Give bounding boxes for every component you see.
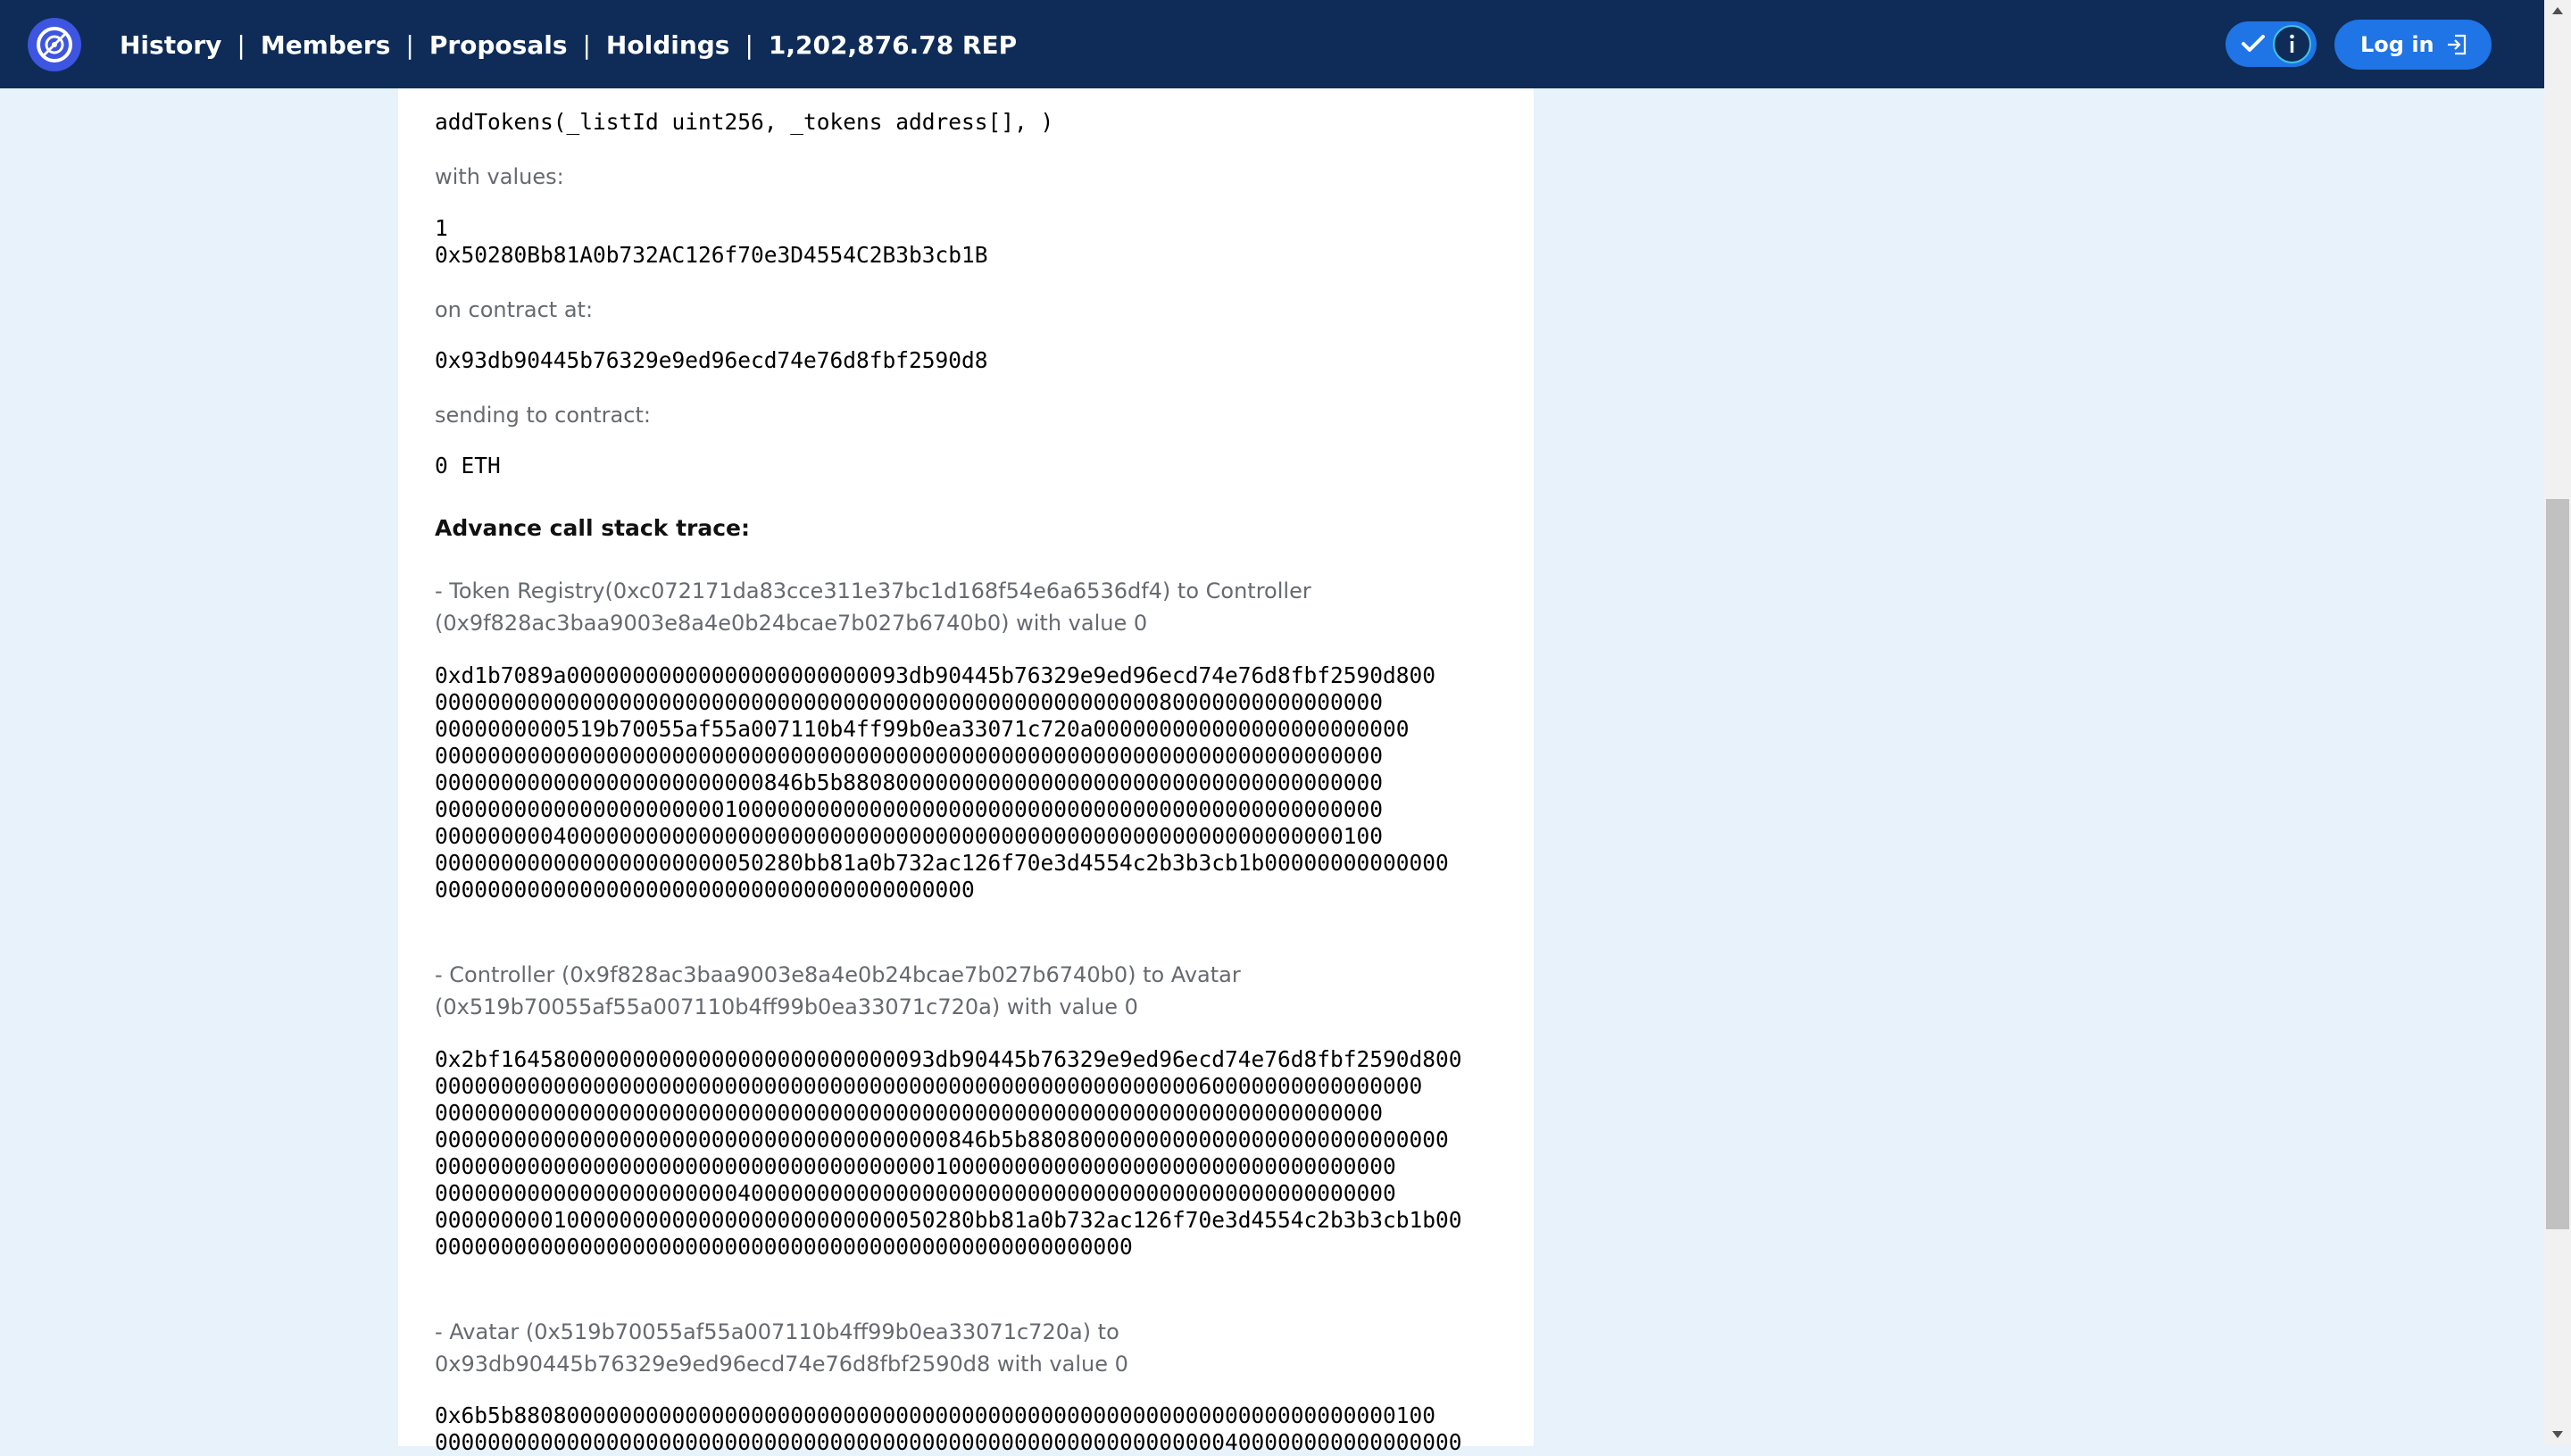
nav-reputation[interactable]: 1,202,876.78 REP — [769, 30, 1017, 60]
scroll-up-arrow-icon[interactable] — [2550, 5, 2565, 16]
main-nav: History | Members | Proposals | Holdings… — [120, 27, 1017, 62]
sending-label: sending to contract: — [435, 403, 651, 428]
scrollbar-thumb[interactable] — [2546, 499, 2569, 1229]
trace-1-data-line: 0000000000000000000000050280bb81a0b732ac… — [435, 850, 1449, 876]
trace-2-data-line: 0000000000000000000000000000000000000008… — [435, 1127, 1449, 1152]
login-button[interactable]: Log in — [2334, 20, 2492, 70]
trace-2-data-line: 0x2bf164580000000000000000000000000093db… — [435, 1046, 1462, 1072]
trace-1-data-line: 0000000000000000000000000846b5b880800000… — [435, 770, 1384, 795]
trace-2-description: - Controller (0x9f828ac3baa9003e8a4e0b24… — [435, 962, 1241, 987]
nav-separator: | — [745, 29, 753, 60]
value-token-address: 0x50280Bb81A0b732AC126f70e3D4554C2B3b3cb… — [435, 242, 988, 268]
trace-1-description: (0x9f828ac3baa9003e8a4e0b24bcae7b027b674… — [435, 611, 1148, 636]
login-label: Log in — [2360, 32, 2434, 57]
nav-holdings[interactable]: Holdings — [606, 30, 730, 60]
dao-logo-icon[interactable] — [28, 18, 81, 71]
trace-1-description: - Token Registry(0xc072171da83cce311e37b… — [435, 578, 1311, 603]
on-contract-label: on contract at: — [435, 297, 594, 322]
trace-3-data-line: 0x6b5b8808000000000000000000000000000000… — [435, 1402, 1436, 1428]
trace-3-description: 0x93db90445b76329e9ed96ecd74e76d8fbf2590… — [435, 1352, 1128, 1377]
top-navigation-bar: History | Members | Proposals | Holdings… — [0, 0, 2544, 88]
trace-2-data-line: 0000000000000000000000000000000000000010… — [435, 1153, 1396, 1179]
trace-heading: Advance call stack trace: — [435, 515, 750, 541]
trace-2-data-line: 0000000000000000000000000000000000000000… — [435, 1073, 1423, 1099]
nav-separator: | — [582, 29, 591, 60]
trace-1-data-line: 0000000000000000000000100000000000000000… — [435, 796, 1384, 822]
nav-separator: | — [237, 29, 245, 60]
nav-history[interactable]: History — [120, 30, 221, 60]
trace-1-data-line: 0000000000000000000000000000000000000000… — [435, 689, 1384, 715]
trace-1-data-line: 0000000000000000000000000000000000000000… — [435, 877, 975, 903]
trace-2-data-line: 0000000001000000000000000000000000005028… — [435, 1207, 1462, 1233]
trace-3-data-line: 0000000000000000000000000000000000000000… — [435, 1429, 1462, 1455]
info-icon — [2290, 34, 2294, 53]
nav-members[interactable]: Members — [261, 30, 391, 60]
trace-2-data-line: 0000000000000000000000000000000000000000… — [435, 1100, 1384, 1126]
contract-address: 0x93db90445b76329e9ed96ecd74e76d8fbf2590… — [435, 347, 988, 373]
trace-1-data-line: 0000000000519b70055af55a007110b4ff99b0ea… — [435, 716, 1410, 742]
trace-1-data-line: 0000000000000000000000000000000000000000… — [435, 743, 1384, 769]
scroll-down-arrow-icon[interactable] — [2550, 1429, 2565, 1440]
trace-1-data-line: 0000000004000000000000000000000000000000… — [435, 823, 1384, 849]
nav-proposals[interactable]: Proposals — [429, 30, 568, 60]
sending-value: 0 ETH — [435, 453, 501, 478]
trainingwheels-toggle[interactable] — [2226, 21, 2317, 67]
with-values-label: with values: — [435, 164, 564, 189]
trace-2-data-line: 0000000000000000000000040000000000000000… — [435, 1180, 1396, 1206]
value-list-id: 1 — [435, 215, 448, 241]
trace-2-data-line: 0000000000000000000000000000000000000000… — [435, 1234, 1133, 1260]
trace-3-description: - Avatar (0x519b70055af55a007110b4ff99b0… — [435, 1319, 1119, 1344]
function-signature: addTokens(_listId uint256, _tokens addre… — [435, 109, 1054, 135]
login-icon — [2448, 34, 2467, 55]
trace-2-description: (0x519b70055af55a007110b4ff99b0ea33071c7… — [435, 994, 1138, 1019]
trace-1-data-line: 0xd1b7089a00000000000000000000000093db90… — [435, 662, 1436, 688]
nav-separator: | — [405, 29, 414, 60]
info-toggle-knob[interactable] — [2273, 25, 2311, 63]
check-icon — [2242, 35, 2265, 52]
